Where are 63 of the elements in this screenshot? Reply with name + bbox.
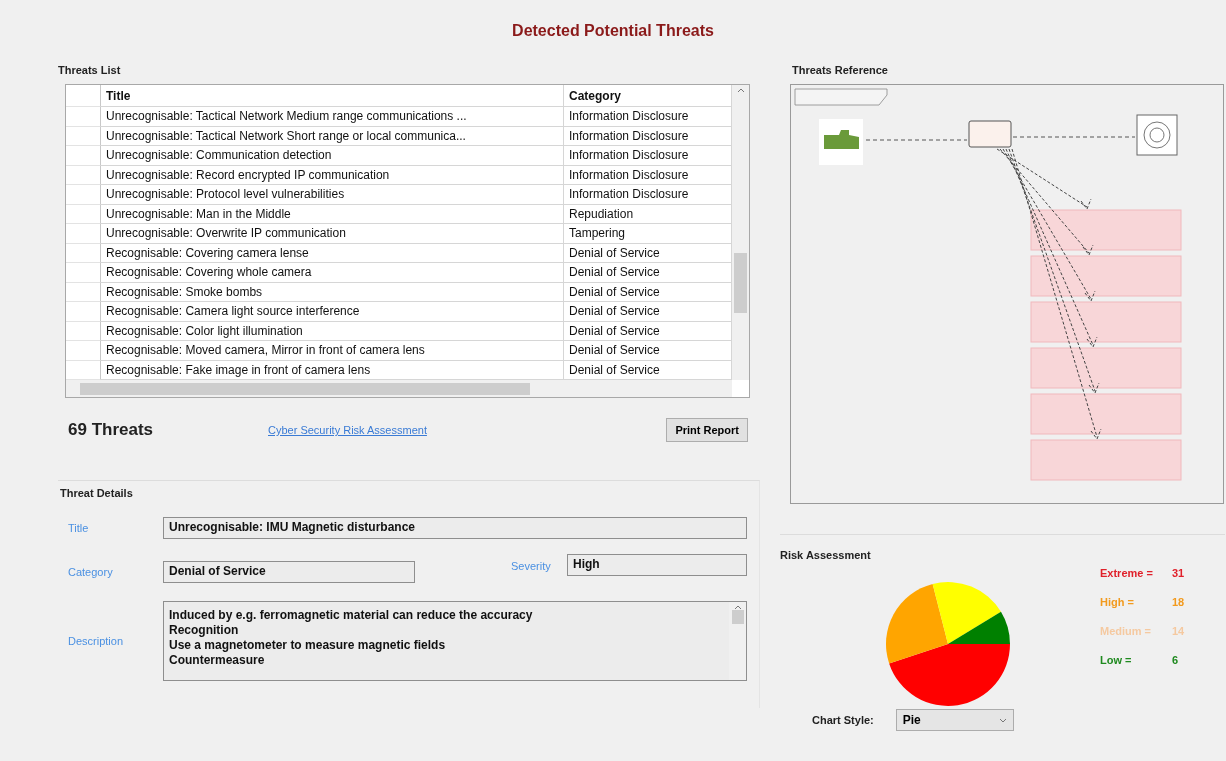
legend-count: 14	[1172, 625, 1186, 637]
scroll-up-icon[interactable]	[736, 88, 745, 93]
group-label: Risk Assessment	[780, 549, 871, 561]
legend-label: Medium =	[1100, 625, 1153, 637]
table-cell: Information Disclosure	[564, 185, 732, 205]
row-header[interactable]	[66, 185, 101, 205]
assessment-link[interactable]: Cyber Security Risk Assessment	[268, 424, 427, 436]
field-label: Title	[67, 522, 90, 534]
row-header[interactable]	[66, 224, 101, 244]
legend-count: 6	[1172, 654, 1180, 666]
field-label: Chart Style:	[812, 714, 874, 726]
category-field[interactable]: Denial of Service	[163, 561, 415, 583]
scroll-thumb[interactable]	[80, 382, 530, 395]
row-header[interactable]	[66, 302, 101, 322]
chart-style-select[interactable]: Pie	[895, 709, 1014, 731]
table-cell: Unrecognisable: Tactical Network Short range or local communica...	[101, 126, 564, 146]
threat-count: 69 Threats	[68, 420, 155, 440]
legend-count: 18	[1172, 596, 1186, 608]
table-cell: Recognisable: Moved camera, Mirror in front of camera lens	[101, 341, 564, 361]
table-cell: Recognisable: Smoke bombs	[101, 282, 564, 302]
table-cell: Unrecognisable: Communication detection	[101, 146, 564, 166]
row-header[interactable]	[66, 341, 101, 361]
table-cell: Tampering	[564, 224, 732, 244]
field-label: Severity	[511, 560, 552, 572]
dropdown-caret-icon[interactable]	[998, 717, 1007, 723]
description-field[interactable]: Induced by e.g. ferromagnetic material can reduce the accuracy Recognition Use a magnetometer to measure magnetic fields Countermeasure	[163, 601, 747, 681]
row-header[interactable]	[66, 146, 101, 166]
table-cell: Unrecognisable: Tactical Network Medium range communications ...	[101, 107, 564, 127]
severity-field[interactable]: High	[567, 554, 747, 576]
table-cell: Unrecognisable: Overwrite IP communication	[101, 224, 564, 244]
legend-count: 31	[1172, 567, 1186, 579]
legend-label: High =	[1100, 596, 1135, 608]
table-cell: Information Disclosure	[564, 107, 732, 127]
column-header[interactable]: Title	[101, 85, 564, 107]
group-label: Threats List	[58, 64, 122, 76]
group-label: Threats Reference	[792, 64, 889, 76]
table-cell: Recognisable: Color light illumination	[101, 321, 564, 341]
table-cell: Recognisable: Covering camera lense	[101, 243, 564, 263]
table-cell: Unrecognisable: Protocol level vulnerabilities	[101, 185, 564, 205]
table-cell: Denial of Service	[564, 302, 732, 322]
vertical-scrollbar[interactable]	[732, 85, 749, 380]
table-cell: Recognisable: Camera light source interference	[101, 302, 564, 322]
scroll-up-icon[interactable]	[733, 605, 742, 610]
title-field[interactable]: Unrecognisable: IMU Magnetic disturbance	[163, 517, 747, 539]
legend-label: Low =	[1100, 654, 1133, 666]
window-title: Detected Potential Threats	[512, 22, 714, 40]
table-cell: Denial of Service	[564, 263, 732, 283]
row-header[interactable]	[66, 263, 101, 283]
scroll-thumb[interactable]	[734, 253, 747, 313]
field-label: Description	[67, 635, 125, 647]
table-cell: Unrecognisable: Record encrypted IP communication	[101, 165, 564, 185]
table-cell: Recognisable: Covering whole camera	[101, 263, 564, 283]
group-label: Threat Details	[60, 487, 134, 499]
vertical-scrollbar[interactable]	[729, 602, 746, 680]
scroll-thumb[interactable]	[731, 610, 744, 624]
legend-label: Extreme =	[1100, 567, 1154, 579]
table-cell: Denial of Service	[564, 341, 732, 361]
row-header[interactable]	[66, 107, 101, 127]
table-cell: Unrecognisable: Man in the Middle	[101, 204, 564, 224]
field-label: Category	[67, 566, 114, 578]
print-report-button[interactable]: Print Report	[666, 418, 748, 442]
table-cell: Information Disclosure	[564, 146, 732, 166]
horizontal-scrollbar[interactable]	[66, 380, 732, 397]
